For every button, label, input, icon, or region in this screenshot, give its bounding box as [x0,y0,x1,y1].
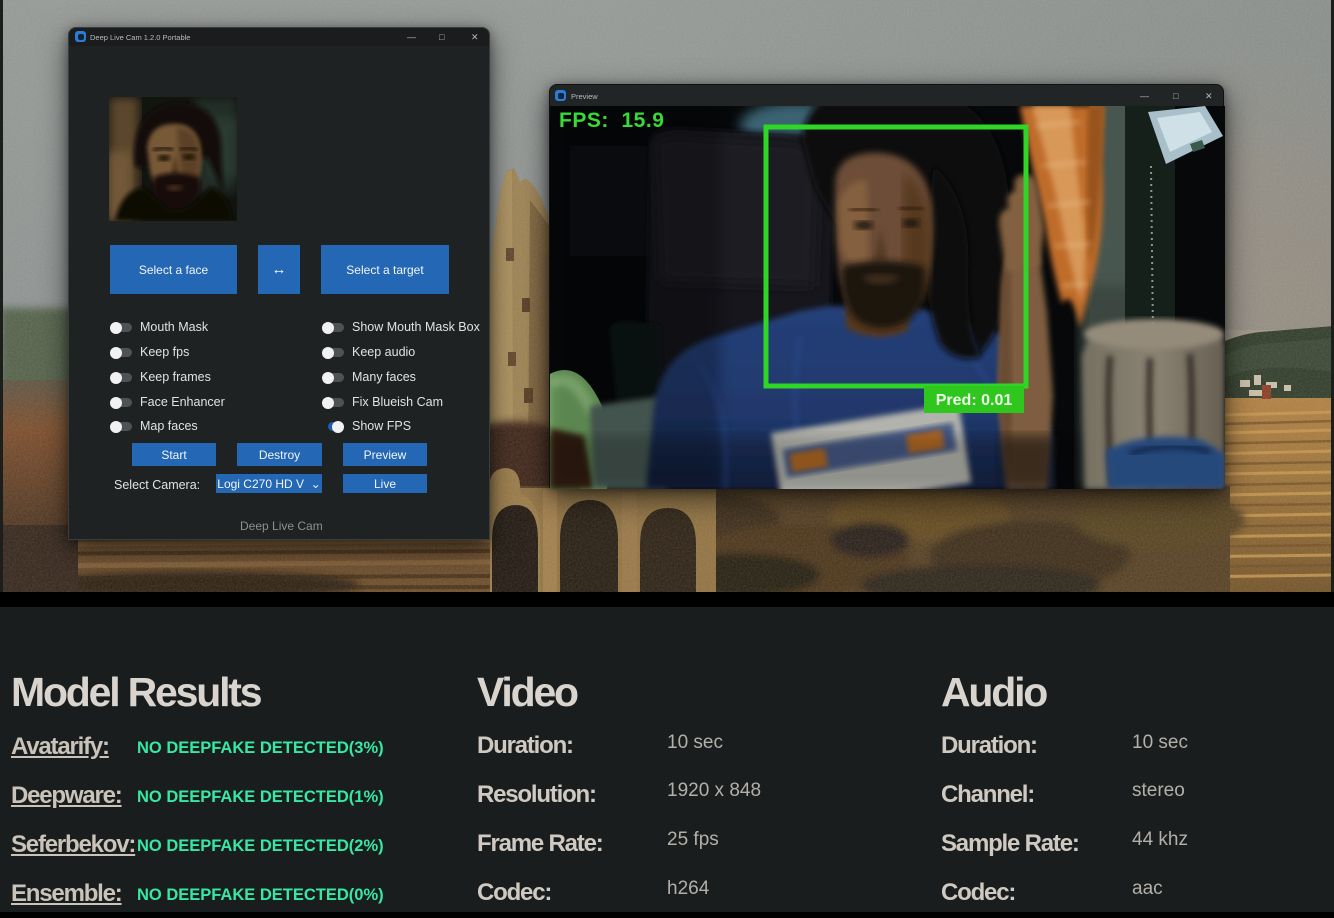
svg-text:FPS: 15.9: FPS: 15.9 [559,109,664,132]
svg-text:Pred: 0.01: Pred: 0.01 [936,392,1013,409]
